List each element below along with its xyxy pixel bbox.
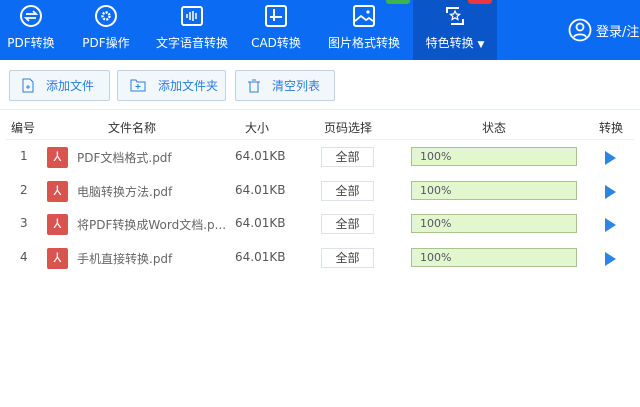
nav-label: CAD转换 (251, 36, 301, 50)
progress-bar: 100% (411, 247, 577, 267)
user-icon (568, 18, 592, 42)
file-name: 将PDF转换成Word文档.p... (77, 218, 227, 232)
caret-down-icon: ▼ (477, 40, 485, 50)
add-folder-icon (130, 79, 146, 92)
header-status: 状态 (481, 121, 507, 135)
login-button[interactable]: 登录/注 (568, 18, 639, 42)
nav-label: 文字语音转换 (155, 36, 228, 50)
header-convert: 转换 (598, 121, 624, 135)
row-number: 3 (20, 216, 28, 230)
pdf-convert-icon (20, 5, 42, 27)
nav-image[interactable]: 图片格式转换 (322, 0, 410, 60)
progress-text: 100% (420, 217, 452, 230)
add-folder-label: 添加文件夹 (158, 79, 219, 93)
login-label: 登录/注 (596, 24, 640, 40)
play-icon[interactable] (605, 184, 616, 199)
cad-icon (265, 5, 287, 27)
page-select-button[interactable]: 全部 (321, 147, 374, 167)
add-file-icon (22, 78, 34, 93)
file-size: 64.01KB (235, 249, 286, 264)
voice-icon (181, 6, 203, 26)
nav-label: 图片格式转换 (327, 36, 400, 50)
pdf-file-icon: ⅄ (47, 247, 68, 269)
file-name: 电脑转换方法.pdf (77, 184, 173, 199)
file-size: 64.01KB (235, 149, 286, 163)
nav-special[interactable]: 特色转换 ▼ (413, 0, 497, 60)
pdf-operate-icon (95, 5, 117, 27)
badge (468, 0, 492, 4)
play-icon[interactable] (605, 151, 616, 165)
progress-text: 100% (420, 183, 452, 197)
table-row[interactable]: 4 ⅄ 手机直接转换.pdf 64.01KB 全部 100% (0, 247, 640, 282)
add-folder-button[interactable]: 添加文件夹 (117, 70, 226, 101)
add-file-label: 添加文件 (46, 79, 95, 93)
row-number: 2 (20, 182, 28, 197)
nav-label: PDF转换 (7, 36, 55, 50)
nav-pdf-convert[interactable]: PDF转换 (0, 0, 62, 60)
play-icon[interactable] (605, 251, 616, 266)
trash-icon (248, 79, 260, 92)
add-file-button[interactable]: 添加文件 (9, 70, 110, 101)
header-pages: 页码选择 (323, 121, 373, 135)
pdf-file-icon: ⅄ (47, 147, 68, 168)
header-size: 大小 (244, 121, 270, 135)
toolbar: 添加文件 添加文件夹 清空列表 (0, 60, 640, 110)
nav-voice[interactable]: 文字语音转换 (152, 0, 232, 60)
file-size: 64.01KB (235, 216, 286, 230)
table-row[interactable]: 1 ⅄ PDF文档格式.pdf 64.01KB 全部 100% (0, 147, 640, 181)
file-name: PDF文档格式.pdf (77, 151, 172, 165)
clear-list-button[interactable]: 清空列表 (235, 70, 335, 101)
page-select-button[interactable]: 全部 (321, 214, 374, 234)
nav-cad[interactable]: CAD转换 (246, 0, 306, 60)
row-number: 1 (20, 149, 28, 163)
nav-pdf-operate[interactable]: PDF操作 (76, 0, 136, 60)
play-icon[interactable] (605, 218, 616, 232)
file-name: 手机直接转换.pdf (77, 251, 173, 266)
nav-label: 特色转换 ▼ (425, 36, 485, 50)
header-filename: 文件名称 (107, 121, 157, 135)
clear-list-label: 清空列表 (272, 79, 321, 93)
row-number: 4 (20, 249, 28, 264)
page-select-button[interactable]: 全部 (321, 180, 374, 201)
progress-text: 100% (420, 150, 452, 163)
nav-label: PDF操作 (82, 36, 130, 50)
badge (386, 0, 410, 4)
table-row[interactable]: 3 ⅄ 将PDF转换成Word文档.p... 64.01KB 全部 100% (0, 214, 640, 248)
progress-bar: 100% (411, 214, 577, 233)
header-number: 编号 (10, 121, 36, 135)
divider (6, 139, 634, 140)
pdf-file-icon: ⅄ (47, 180, 68, 202)
progress-text: 100% (420, 250, 452, 264)
progress-bar: 100% (411, 180, 577, 200)
pdf-file-icon: ⅄ (47, 214, 68, 235)
file-size: 64.01KB (235, 182, 286, 197)
star-convert-icon (446, 7, 464, 25)
image-icon (353, 5, 375, 27)
page-select-button[interactable]: 全部 (321, 247, 374, 268)
progress-bar: 100% (411, 147, 577, 166)
top-nav-bar: PDF转换 PDF操作 文字语音转换 CAD转换 图片格式转换 特色转换 ▼ 登… (0, 0, 640, 60)
table-row[interactable]: 2 ⅄ 电脑转换方法.pdf 64.01KB 全部 100% (0, 180, 640, 215)
